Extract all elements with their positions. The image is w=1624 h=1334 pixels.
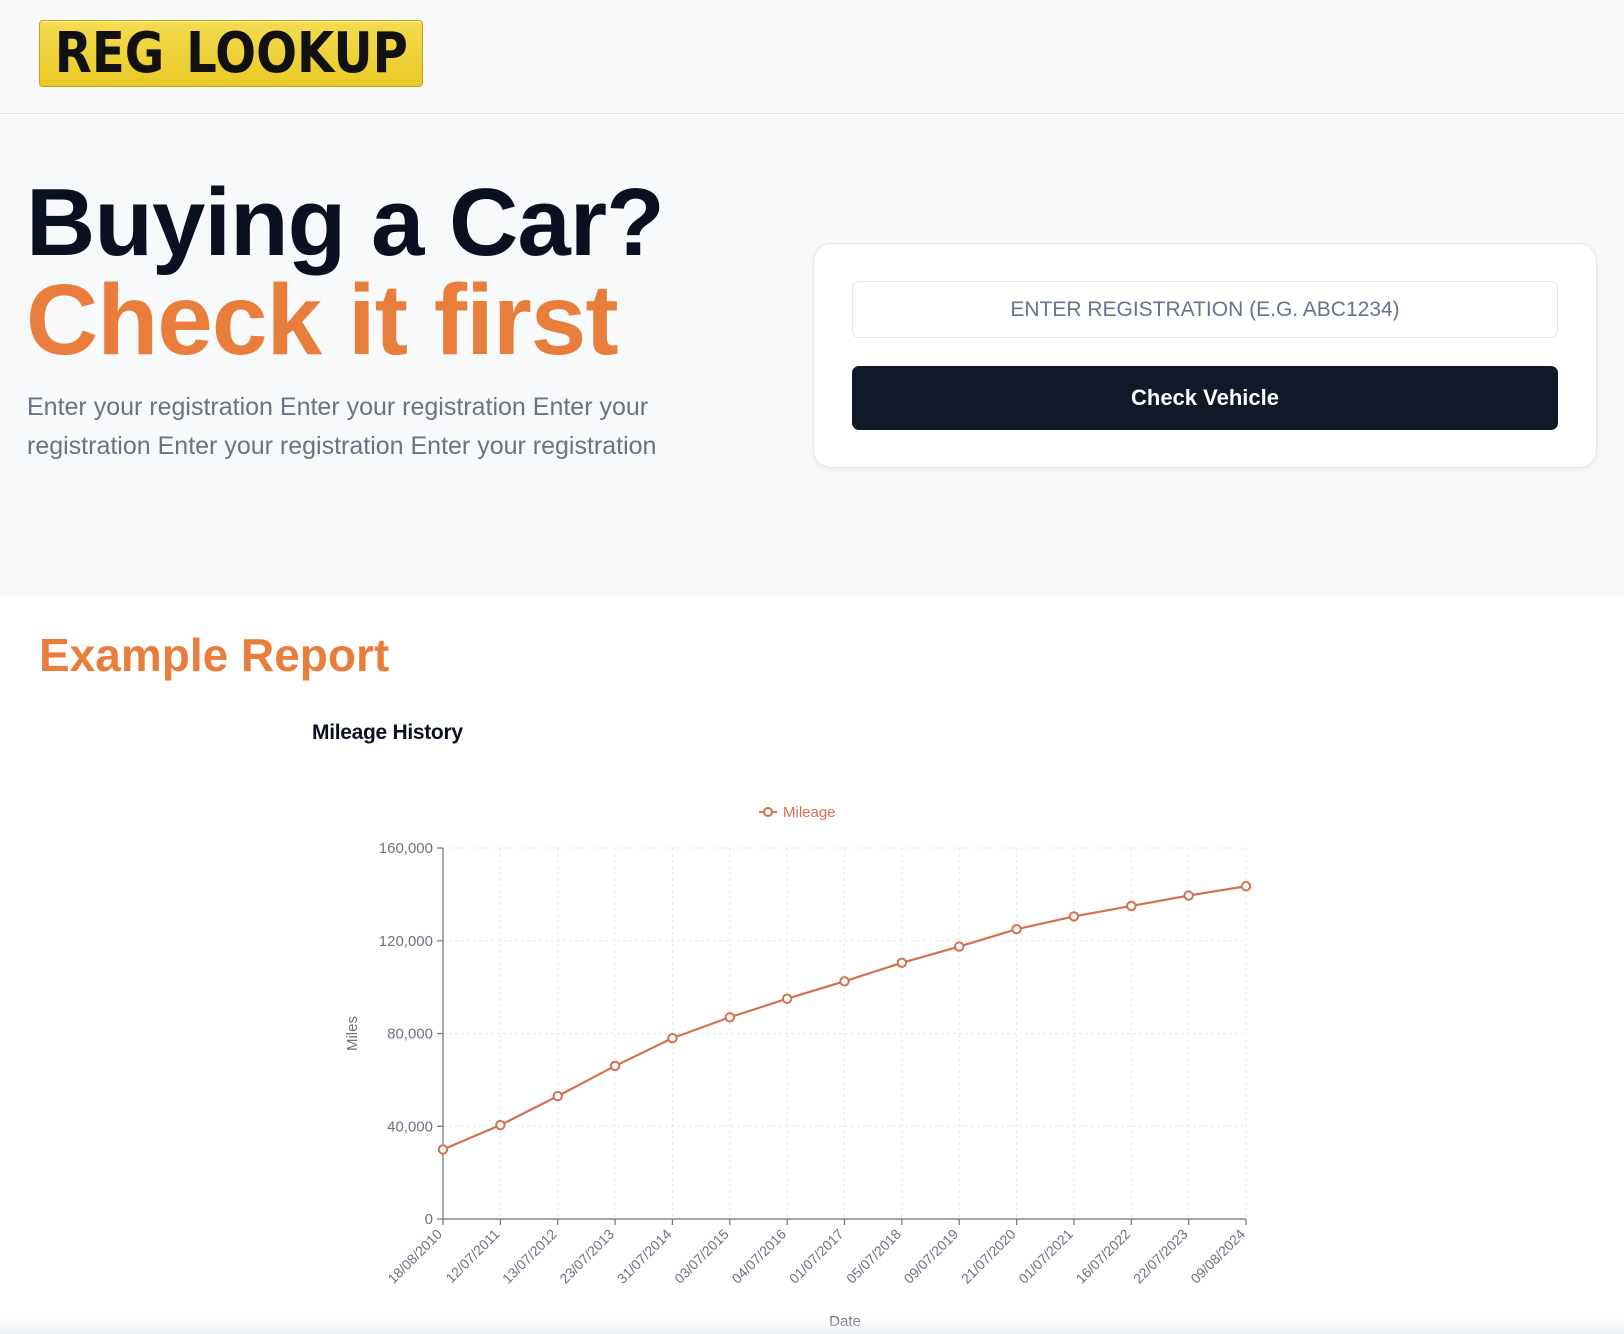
x-tick-label: 01/07/2017 (786, 1226, 847, 1287)
mileage-data-point (667, 1032, 678, 1044)
y-axis-title: Miles (344, 1016, 361, 1051)
mileage-data-point (781, 993, 793, 1004)
mileage-data-point (609, 1060, 621, 1072)
x-tick-label: 01/07/2021 (1015, 1226, 1076, 1287)
mileage-data-point (1068, 911, 1080, 922)
mileage-data-point (1240, 881, 1252, 892)
y-tick-label: 40,000 (387, 1118, 433, 1135)
bottom-fade (0, 1318, 1624, 1334)
mileage-data-point (954, 941, 965, 952)
mileage-history-chart: 0 40,000 80,000 120,000 160,000 18/08/201012/… (344, 804, 1252, 1330)
x-tick-label: 13/07/2012 (499, 1226, 560, 1287)
mileage-data-point (839, 976, 850, 987)
x-tick-label: 16/07/2022 (1073, 1226, 1134, 1287)
x-tick-label: 09/08/2024 (1187, 1226, 1248, 1287)
y-tick-label: 80,000 (387, 1026, 433, 1043)
x-tick-label: 04/07/2016 (728, 1226, 789, 1287)
y-tick-label: 0 (425, 1211, 433, 1228)
x-tick-label: 05/07/2018 (843, 1226, 904, 1287)
x-tick-label: 09/07/2019 (900, 1226, 961, 1287)
x-tick-label: 23/07/2013 (556, 1226, 617, 1287)
x-tick-label: 03/07/2015 (671, 1226, 732, 1287)
y-tick-label: 120,000 (379, 933, 433, 950)
x-tick-label: 22/07/2023 (1130, 1226, 1191, 1287)
legend-marker-icon (763, 807, 773, 817)
x-tick-label: 31/07/2014 (614, 1226, 675, 1287)
x-tick-label: 21/07/2020 (958, 1226, 1019, 1287)
mileage-data-point (1011, 923, 1022, 935)
mileage-data-point (552, 1090, 563, 1102)
mileage-data-point (724, 1012, 735, 1023)
mileage-data-point (495, 1119, 506, 1131)
x-tick-label: 12/07/2011 (442, 1226, 502, 1286)
mileage-data-point (896, 957, 908, 968)
mileage-data-point (1183, 890, 1194, 901)
mileage-data-point (1126, 900, 1137, 912)
y-tick-label: 160,000 (379, 840, 433, 857)
legend-label: Mileage (783, 804, 836, 821)
x-tick-label: 18/08/2010 (384, 1226, 445, 1287)
mileage-data-point (437, 1144, 449, 1155)
